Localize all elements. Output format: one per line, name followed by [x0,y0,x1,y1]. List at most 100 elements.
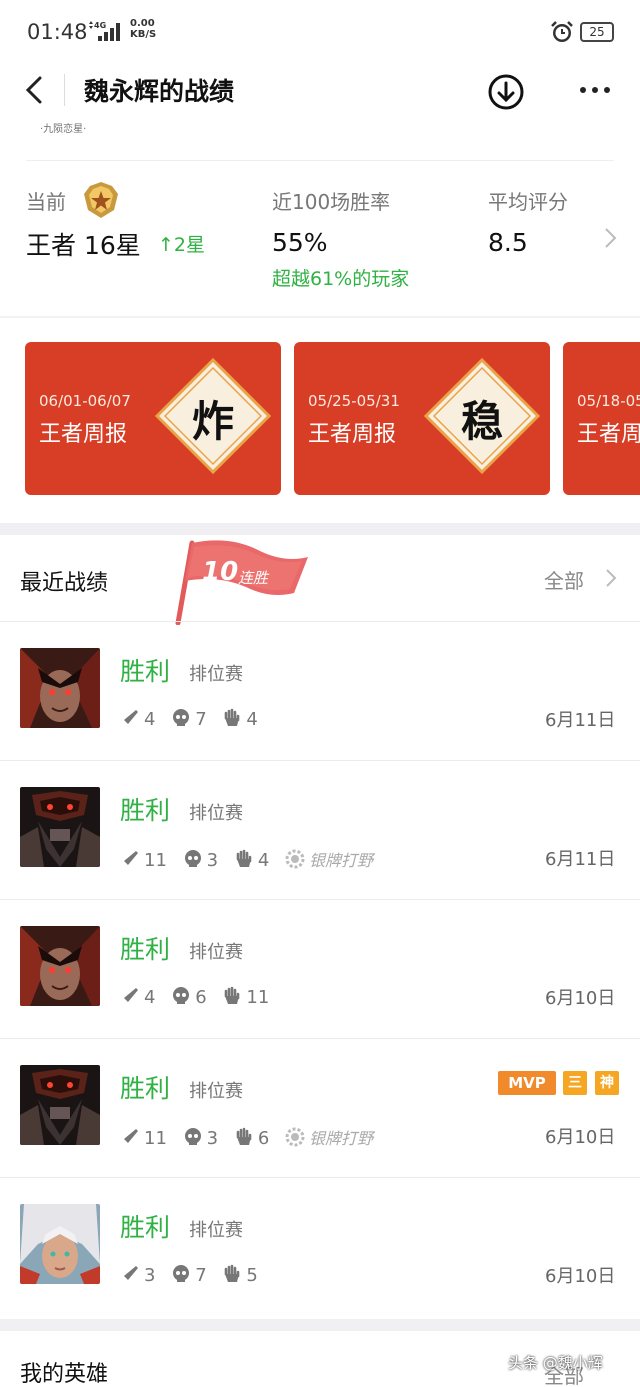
hand-icon [225,708,240,726]
match-mode: 排位赛 [189,942,243,963]
alarm-icon [551,21,573,42]
match-mode: 排位赛 [189,1220,243,1241]
weekly-report-carousel[interactable]: 06/01-06/07 王者周报 炸 05/25-05/31 王者周报 稳 05… [0,318,640,523]
report-date: 05/18-05/24 [577,392,640,410]
report-title: 王者周报 [39,422,128,447]
hero-avatar [20,648,100,728]
beat-percentage: 超越61%的玩家 [272,268,410,290]
godlike-badge: 神 [595,1071,619,1095]
recent-matches-header: 最近战绩 10 连胜 全部 [0,535,640,625]
divider [26,160,614,161]
king-rank-icon [84,182,118,218]
kills-count: 4 [144,987,156,1008]
assists-count: 4 [257,850,270,871]
deaths-count: 7 [195,1265,207,1286]
weekly-report-card[interactable]: 05/18-05/24 王者周报 [563,342,640,495]
match-mode: 排位赛 [189,803,243,824]
streak-count: 10 [202,557,239,587]
hero-avatar [20,926,100,1006]
network-speed: 0.00 KB/S [130,18,156,40]
assists-count: 5 [246,1265,258,1286]
more-icon[interactable] [574,72,616,108]
chevron-right-icon[interactable] [604,567,618,589]
kills-count: 11 [144,1128,167,1149]
mvp-badge: MVP [498,1071,556,1095]
match-date: 6月11日 [545,849,616,870]
my-heroes-title: 我的英雄 [20,1362,109,1387]
app-header: 魏永辉的战绩 [0,62,640,120]
deaths-count: 6 [195,987,207,1008]
hero-avatar [20,787,100,867]
kda-stats: 3 7 5 [120,1264,268,1288]
hero-avatar [20,1204,100,1284]
match-row[interactable]: 胜利 排位赛 11 3 4 银牌打野 6月11日 [0,760,640,899]
speed-value: 0.00 [130,18,155,29]
winrate-value: 55% [272,228,328,257]
match-mode: 排位赛 [189,664,243,685]
view-all-matches-link[interactable]: 全部 [544,565,584,594]
match-row[interactable]: 胜利 排位赛 3 7 5 6月10日 [0,1177,640,1316]
match-date: 6月10日 [545,988,616,1009]
profile-cut-text: ·九陨恋星· [40,124,87,135]
match-row[interactable]: 胜利 排位赛 4 7 4 6月11日 [0,621,640,760]
back-button[interactable] [18,72,54,108]
kills-count: 3 [144,1265,156,1286]
hand-icon [236,1127,252,1145]
hand-icon [225,986,240,1004]
avg-score-label: 平均评分 [488,190,568,214]
kills-count: 4 [144,709,156,730]
battery-icon: 25 [580,22,614,42]
silver-medal-icon [285,849,305,869]
match-result: 胜利 [120,657,171,686]
hand-icon [225,1264,240,1282]
match-result: 胜利 [120,796,171,825]
hero-avatar [20,1065,100,1145]
match-date: 6月10日 [545,1266,616,1287]
sword-icon [123,851,138,866]
sword-icon [123,1129,138,1144]
match-date: 6月10日 [545,1127,616,1148]
match-result: 胜利 [120,1074,171,1103]
report-word: 稳 [460,397,503,446]
current-rank-label: 当前 [26,190,66,214]
report-date: 05/25-05/31 [308,392,400,410]
download-icon[interactable] [486,72,526,112]
streak-label: 连胜 [238,569,269,587]
kda-stats: 4 7 4 [120,708,268,732]
watermark: 头条 @魏小辉 [508,1354,603,1372]
rank-change: ↑2星 [158,234,206,256]
header-divider [64,74,65,106]
chevron-right-icon [605,228,617,248]
stats-summary[interactable]: 当前 王者 16星 ↑2星 近100场胜率 55% 超越61%的玩家 平均评分 … [0,170,640,310]
sword-icon [123,988,138,1003]
sword-icon [123,710,138,725]
role-tag: 银牌打野 [309,1129,374,1148]
weekly-report-card[interactable]: 06/01-06/07 王者周报 炸 [25,342,281,495]
skull-icon [173,709,190,726]
match-mode: 排位赛 [189,1081,243,1102]
status-time: 01:48 [27,20,88,44]
assists-count: 11 [246,987,270,1008]
kda-stats: 11 3 4 银牌打野 [120,847,373,871]
match-row[interactable]: 胜利 排位赛 MVP 三 神 11 3 6 银牌打野 6月10日 [0,1038,640,1177]
speed-unit: KB/S [130,29,157,40]
match-result: 胜利 [120,1213,171,1242]
deaths-count: 3 [206,1128,219,1149]
match-date: 6月11日 [545,710,616,731]
section-divider [0,1319,640,1331]
weekly-report-card[interactable]: 05/25-05/31 王者周报 稳 [294,342,550,495]
recent-matches-title: 最近战绩 [20,571,109,596]
role-tag: 银牌打野 [309,851,374,870]
page-title: 魏永辉的战绩 [84,77,235,106]
assists-count: 4 [246,709,258,730]
section-divider [0,523,640,535]
match-row[interactable]: 胜利 排位赛 4 6 11 6月10日 [0,899,640,1038]
kda-stats: 11 3 6 银牌打野 [120,1125,373,1149]
winrate-label: 近100场胜率 [272,190,391,214]
skull-icon [184,1128,201,1145]
avg-score-value: 8.5 [488,228,528,257]
report-title: 王者周报 [577,422,640,447]
deaths-count: 3 [206,850,219,871]
kills-count: 11 [144,850,167,871]
skull-icon [184,850,201,867]
